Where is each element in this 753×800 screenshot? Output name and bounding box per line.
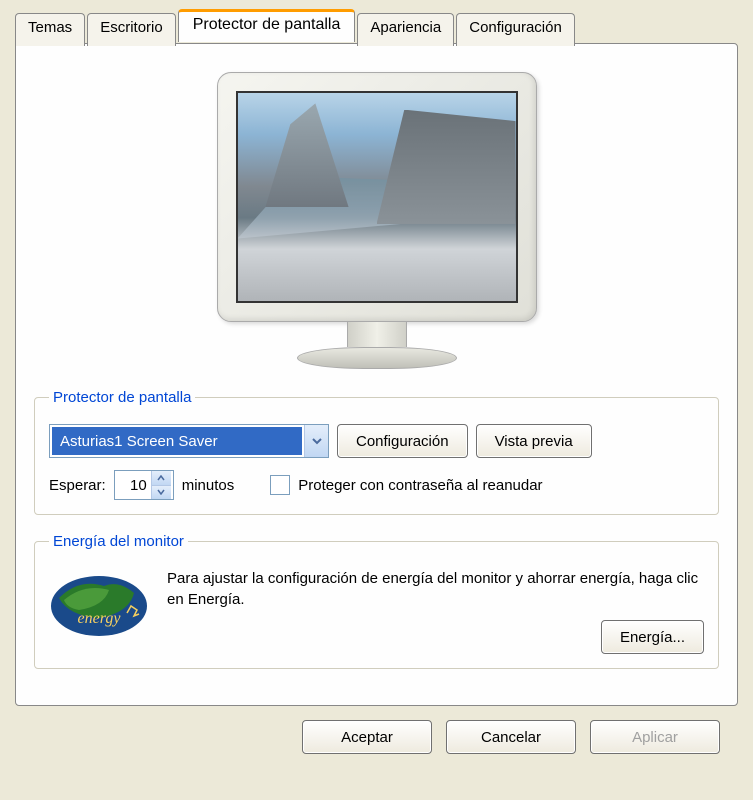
energy-button[interactable]: Energía...: [601, 620, 704, 654]
apply-button[interactable]: Aplicar: [590, 720, 720, 754]
tab-temas[interactable]: Temas: [15, 13, 85, 46]
energy-legend: Energía del monitor: [49, 533, 188, 550]
password-label: Proteger con contraseña al reanudar: [298, 477, 542, 494]
screensaver-preview-button[interactable]: Vista previa: [476, 424, 592, 458]
wait-input[interactable]: [115, 471, 151, 499]
dropdown-button[interactable]: [304, 425, 328, 457]
ok-button[interactable]: Aceptar: [302, 720, 432, 754]
chevron-down-icon: [312, 436, 322, 446]
wait-unit: minutos: [182, 477, 235, 494]
wait-label: Esperar:: [49, 477, 106, 494]
energy-group: Energía del monitor energy Para ajustar …: [34, 533, 719, 669]
tab-apariencia[interactable]: Apariencia: [357, 13, 454, 46]
wait-spinner[interactable]: [114, 470, 174, 500]
dialog-buttons: Aceptar Cancelar Aplicar: [15, 706, 738, 754]
screensaver-settings-button[interactable]: Configuración: [337, 424, 468, 458]
monitor-screen: [236, 91, 518, 303]
monitor-bezel: [217, 72, 537, 322]
tab-protector-pantalla[interactable]: Protector de pantalla: [178, 9, 356, 42]
spinner-up[interactable]: [152, 471, 171, 486]
tab-escritorio[interactable]: Escritorio: [87, 13, 176, 46]
svg-text:energy: energy: [78, 610, 122, 627]
monitor-base: [297, 347, 457, 369]
chevron-down-icon: [157, 489, 165, 495]
cancel-button[interactable]: Cancelar: [446, 720, 576, 754]
tab-strip: Temas Escritorio Protector de pantalla A…: [15, 10, 738, 43]
screensaver-group: Protector de pantalla Asturias1 Screen S…: [34, 389, 719, 515]
tab-configuracion[interactable]: Configuración: [456, 13, 575, 46]
monitor-neck: [347, 322, 407, 347]
monitor-preview: [34, 62, 719, 389]
energy-star-icon: energy: [49, 568, 149, 638]
password-checkbox[interactable]: [270, 475, 290, 495]
screensaver-selected: Asturias1 Screen Saver: [52, 427, 302, 455]
spinner-down[interactable]: [152, 486, 171, 500]
tab-panel: Protector de pantalla Asturias1 Screen S…: [15, 43, 738, 706]
screensaver-dropdown[interactable]: Asturias1 Screen Saver: [49, 424, 329, 458]
chevron-up-icon: [157, 475, 165, 481]
energy-description: Para ajustar la configuración de energía…: [167, 568, 704, 610]
screensaver-legend: Protector de pantalla: [49, 389, 195, 406]
